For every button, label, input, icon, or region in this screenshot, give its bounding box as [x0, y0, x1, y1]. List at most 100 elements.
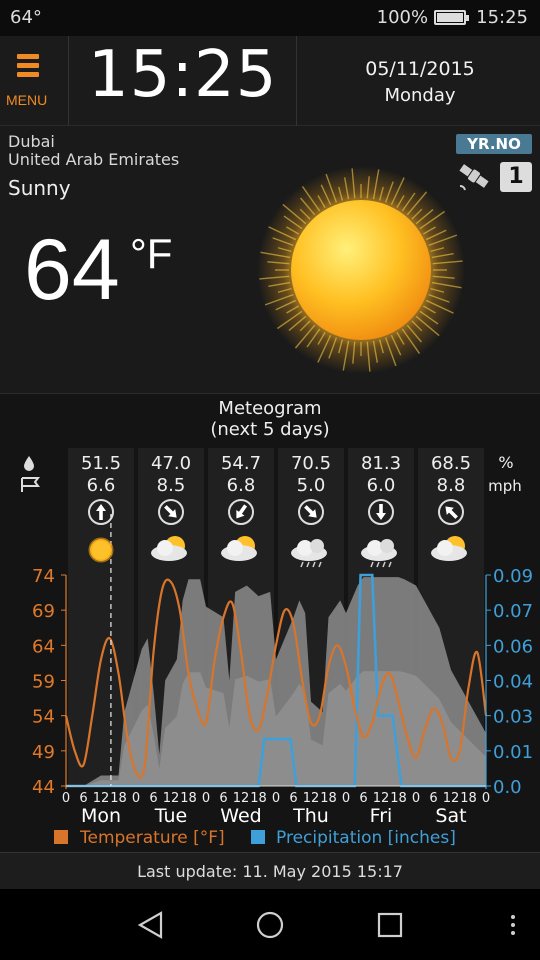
battery-percent: 100% [376, 7, 429, 28]
hour-tick-label: 18 [110, 791, 127, 806]
day-label: Sat [435, 805, 466, 827]
weather-cloud-puff [227, 540, 243, 556]
sun-icon [257, 166, 465, 374]
weekday: Monday [384, 85, 456, 106]
temperature-tick-label: 59 [32, 672, 55, 693]
menu-button[interactable]: MENU [0, 36, 58, 126]
day-label: Fri [370, 805, 393, 827]
last-update: Last update: 11. May 2015 15:17 [0, 852, 540, 889]
temperature-tick-label: 69 [32, 601, 55, 622]
legend-precipitation-swatch [251, 830, 265, 844]
menu-label: MENU [6, 92, 48, 108]
hour-tick-label: 0 [272, 791, 280, 806]
day-label: Tue [154, 805, 187, 827]
temperature-tick-label: 54 [32, 707, 55, 728]
hour-tick-label: 18 [460, 791, 477, 806]
wind-unit: mph [488, 477, 522, 495]
date[interactable]: 05/11/2015 [300, 58, 540, 80]
clock[interactable]: 15:25 [88, 38, 276, 112]
temperature-tick-label: 74 [32, 566, 55, 587]
day-label: Wed [220, 805, 261, 827]
wind-flag-icon [21, 477, 40, 492]
humidity-value: 51.5 [81, 453, 121, 474]
hour-tick-label: 12 [163, 791, 180, 806]
hour-tick-label: 0 [132, 791, 140, 806]
divider [68, 36, 69, 126]
legend-temperature-label: Temperature [°F] [79, 828, 225, 848]
home-icon[interactable] [252, 907, 288, 943]
battery-icon [434, 10, 470, 25]
temperature-tick-label: 49 [32, 742, 55, 763]
hour-tick-label: 12 [233, 791, 250, 806]
hour-tick-label: 18 [250, 791, 267, 806]
weather-cloud-puff [380, 539, 394, 553]
wind-value: 8.5 [157, 475, 186, 496]
status-right: 100% 15:25 [377, 7, 528, 28]
wind-value: 6.0 [367, 475, 396, 496]
precipitation-tick-label: 0.01 [493, 742, 533, 763]
temperature-tick-label: 44 [32, 777, 55, 798]
meteogram-chart: 746964595449440.090.070.060.040.030.010.… [21, 448, 533, 848]
status-temperature: 64° [10, 7, 42, 28]
humidity-value: 54.7 [221, 453, 261, 474]
weather-cloud-puff [157, 540, 173, 556]
hour-tick-label: 12 [373, 791, 390, 806]
divider [296, 36, 297, 126]
recents-icon[interactable] [372, 907, 408, 943]
hour-tick-label: 18 [320, 791, 337, 806]
weather-cloud-puff [310, 539, 324, 553]
hour-tick-label: 6 [79, 791, 87, 806]
current-temperature: 64 [24, 222, 120, 318]
hamburger-icon [17, 54, 39, 78]
legend-precipitation-label: Precipitation [inches] [276, 828, 456, 848]
day-label: Thu [292, 805, 329, 827]
precipitation-tick-label: 0.09 [493, 566, 533, 587]
hour-tick-label: 18 [390, 791, 407, 806]
hour-tick-label: 6 [289, 791, 297, 806]
wind-value: 8.8 [437, 475, 466, 496]
status-time: 15:25 [476, 7, 528, 28]
top-bar: MENU 15:25 05/11/2015 Monday [0, 36, 540, 126]
wind-value: 6.6 [87, 475, 116, 496]
current-conditions[interactable]: Dubai United Arab Emirates Sunny 64 °F Y… [0, 126, 540, 394]
legend-temperature-swatch [54, 830, 68, 844]
hour-tick-label: 0 [342, 791, 350, 806]
hour-tick-label: 0 [202, 791, 210, 806]
hour-tick-label: 0 [482, 791, 490, 806]
source-badge[interactable]: 1 [500, 162, 532, 192]
humidity-value: 68.5 [431, 453, 471, 474]
humidity-value: 47.0 [151, 453, 191, 474]
temperature-tick-label: 64 [32, 636, 55, 657]
hour-tick-label: 0 [62, 791, 70, 806]
wind-value: 6.8 [227, 475, 256, 496]
wind-value: 5.0 [297, 475, 326, 496]
humidity-unit: % [498, 453, 513, 472]
back-icon[interactable] [133, 907, 169, 943]
meteogram-panel[interactable]: Meteogram (next 5 days) 74 69 64 59 54 49 44 0.… [0, 394, 540, 852]
weather-cloud-puff [437, 540, 453, 556]
hour-tick-label: 12 [443, 791, 460, 806]
status-bar: 64° 100% 15:25 [0, 0, 540, 36]
weather-sun-icon [88, 537, 114, 563]
hour-tick-label: 12 [93, 791, 110, 806]
hour-tick-label: 6 [429, 791, 437, 806]
battery-fill [437, 13, 464, 22]
precipitation-tick-label: 0.07 [493, 601, 533, 622]
hour-tick-label: 0 [412, 791, 420, 806]
humidity-drop-icon [24, 456, 34, 471]
temperature-unit: °F [130, 230, 173, 277]
hour-tick-label: 18 [180, 791, 197, 806]
humidity-value: 81.3 [361, 453, 401, 474]
country-name: United Arab Emirates [8, 150, 180, 169]
more-icon[interactable] [495, 907, 531, 943]
hour-tick-label: 6 [359, 791, 367, 806]
city-name: Dubai [8, 132, 55, 151]
humidity-value: 70.5 [291, 453, 331, 474]
navigation-bar [0, 889, 540, 960]
day-label: Mon [81, 805, 121, 827]
precipitation-tick-label: 0.03 [493, 707, 533, 728]
precipitation-tick-label: 0.06 [493, 636, 533, 657]
precipitation-tick-label: 0.0 [493, 777, 522, 798]
provider-logo[interactable]: YR.NO [456, 134, 532, 154]
hour-tick-label: 6 [219, 791, 227, 806]
